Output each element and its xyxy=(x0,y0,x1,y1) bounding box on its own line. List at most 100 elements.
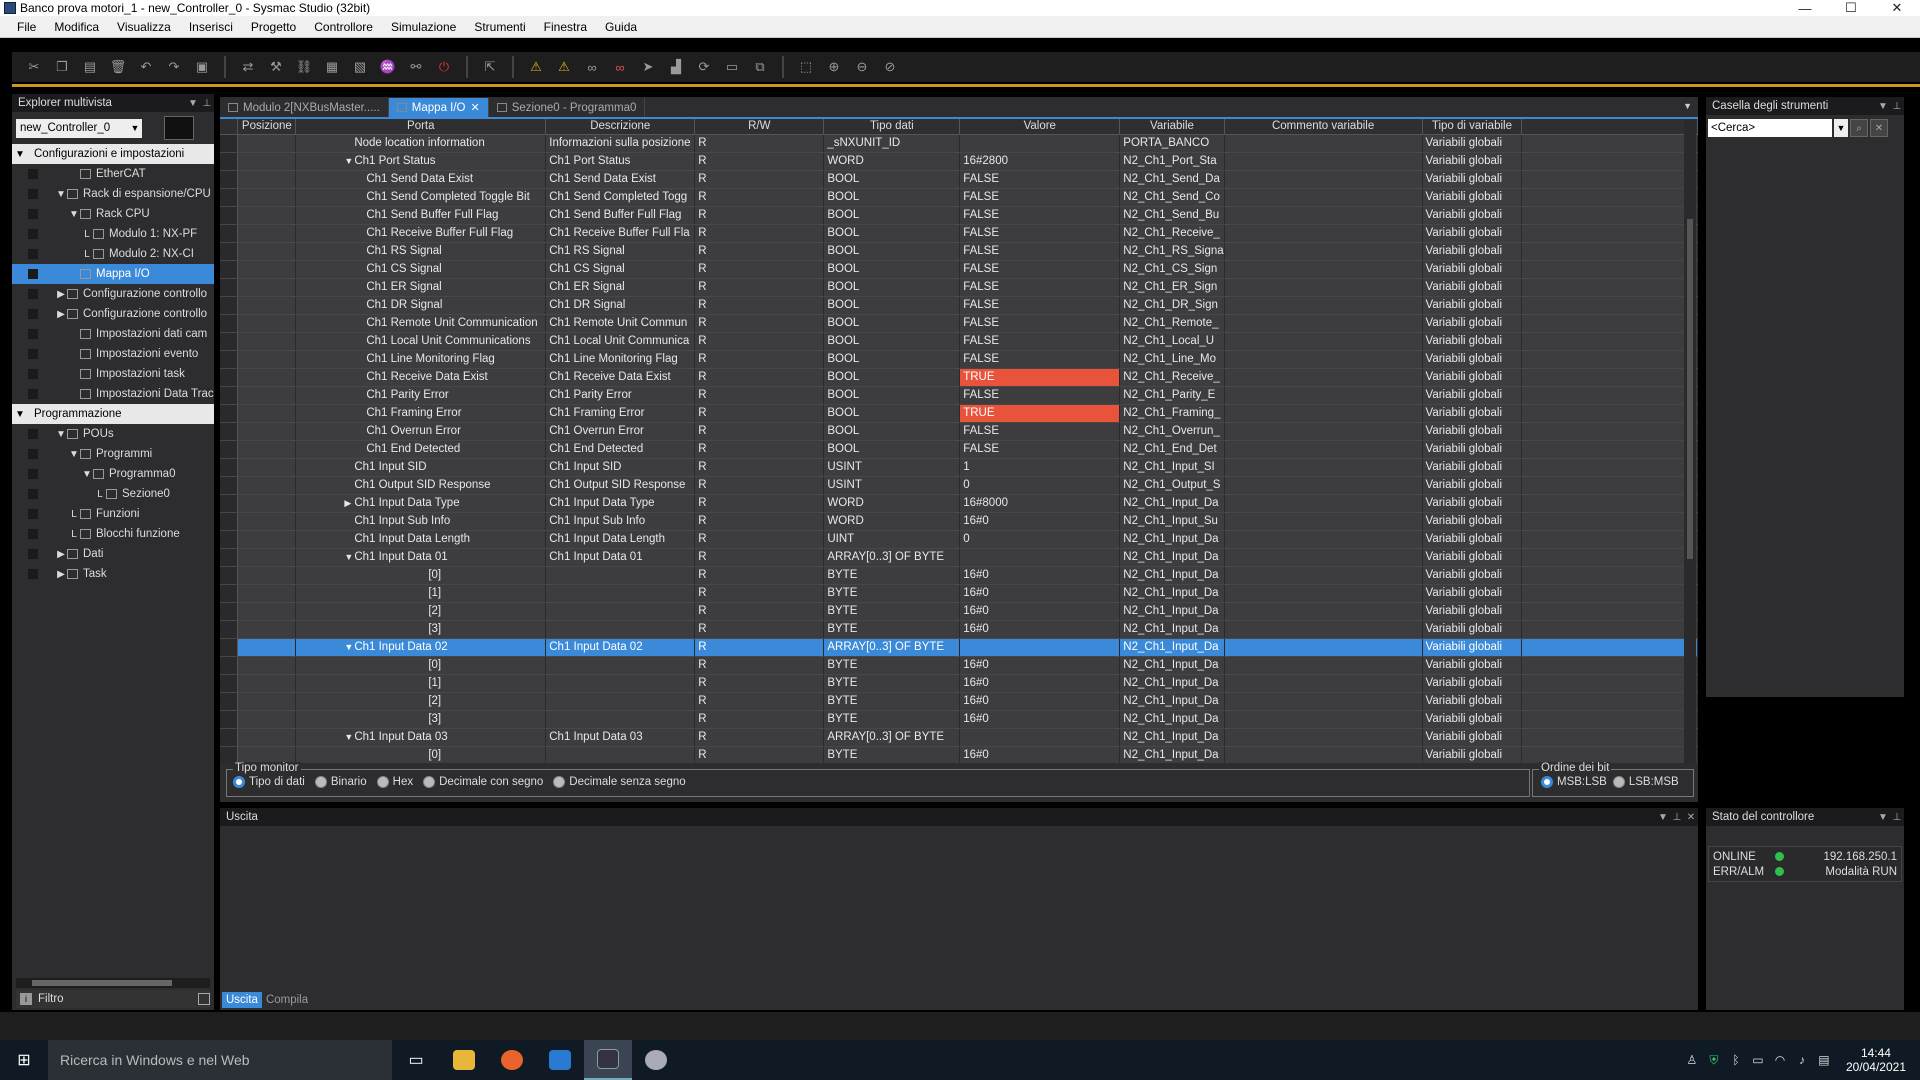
variable-type-cell[interactable]: Variabili globali xyxy=(1422,278,1523,297)
expand-down-icon[interactable]: ▼ xyxy=(344,732,354,742)
variable-comment-cell[interactable] xyxy=(1224,692,1423,711)
row-header[interactable] xyxy=(220,440,239,459)
tree-item[interactable]: ▶ Configurazione controllo xyxy=(12,284,214,304)
column-header[interactable]: R/W xyxy=(694,119,825,135)
tree-item[interactable]: ▼ POUs xyxy=(12,424,214,444)
clear-icon[interactable]: ✕ xyxy=(1870,119,1888,137)
battery-icon[interactable]: ▭ xyxy=(1750,1053,1766,1067)
row-header[interactable] xyxy=(220,476,239,495)
minimize-button[interactable]: — xyxy=(1782,1,1828,16)
table-row[interactable]: Ch1 Input Sub Info Ch1 Input Sub Info R WOR… xyxy=(220,512,1698,531)
refresh-icon[interactable]: ⟳ xyxy=(692,56,716,78)
row-header[interactable] xyxy=(220,314,239,333)
expand-right-icon[interactable]: ▶ xyxy=(55,549,67,560)
pin-icon[interactable]: ⊥ xyxy=(1670,812,1684,823)
variable-type-cell[interactable]: Variabili globali xyxy=(1422,206,1523,225)
variable-type-cell[interactable]: Variabili globali xyxy=(1422,314,1523,333)
variable-comment-cell[interactable] xyxy=(1224,602,1423,621)
chevron-down-icon[interactable]: ▼ xyxy=(1876,812,1890,823)
tree-item-checkbox[interactable] xyxy=(28,269,38,279)
glasses-icon[interactable]: ∞ xyxy=(580,56,604,78)
row-header[interactable] xyxy=(220,170,239,189)
tree-item-checkbox[interactable] xyxy=(28,569,38,579)
tree-item[interactable]: ▶ Configurazione controllo xyxy=(12,304,214,324)
windows-start-icon[interactable]: ⊞ xyxy=(0,1040,48,1080)
controller-dropdown[interactable]: new_Controller_0 ▼ xyxy=(16,118,142,138)
row-header[interactable] xyxy=(220,494,239,513)
table-row[interactable]: Ch1 CS Signal Ch1 CS Signal R BOOL FALSE N2_C… xyxy=(220,260,1698,279)
variable-comment-cell[interactable] xyxy=(1224,404,1423,423)
expand-down-icon[interactable]: ▼ xyxy=(344,156,354,166)
variable-cell[interactable]: N2_Ch1_Input_Da xyxy=(1119,530,1225,549)
column-header[interactable]: Posizione xyxy=(237,119,297,135)
variable-type-cell[interactable]: Variabili globali xyxy=(1422,494,1523,513)
variable-cell[interactable]: N2_Ch1_Overrun_ xyxy=(1119,422,1225,441)
variable-type-cell[interactable]: Variabili globali xyxy=(1422,548,1523,567)
variable-type-cell[interactable]: Variabili globali xyxy=(1422,692,1523,711)
blocks-icon[interactable]: ▟ xyxy=(664,56,688,78)
menu-item-finestra[interactable]: Finestra xyxy=(535,20,596,34)
monitor-type-radio[interactable]: Tipo di dati xyxy=(233,776,305,788)
table-row[interactable]: [0] R BYTE 16#0 N2_Ch1_Input_Da Variabili glo… xyxy=(220,566,1698,585)
menu-item-file[interactable]: File xyxy=(8,20,45,34)
filter-toggle-button[interactable] xyxy=(198,993,210,1005)
row-header[interactable] xyxy=(220,368,239,387)
variable-cell[interactable]: N2_Ch1_Input_Da xyxy=(1119,656,1225,675)
column-header[interactable]: Valore xyxy=(959,119,1121,135)
search-icon[interactable]: ⌕ xyxy=(1850,119,1868,137)
table-row[interactable]: Ch1 Input SID Ch1 Input SID R USINT 1 N2_Ch1_… xyxy=(220,458,1698,477)
variable-comment-cell[interactable] xyxy=(1224,566,1423,585)
controller-icon[interactable] xyxy=(164,116,194,140)
menu-item-controllore[interactable]: Controllore xyxy=(305,20,382,34)
bit-order-radio[interactable]: MSB:LSB xyxy=(1541,776,1607,788)
variable-cell[interactable]: N2_Ch1_Output_S xyxy=(1119,476,1225,495)
close-window-button[interactable]: ✕ xyxy=(1874,0,1920,16)
file-explorer-icon[interactable] xyxy=(440,1040,488,1080)
variable-comment-cell[interactable] xyxy=(1224,512,1423,531)
stop-icon[interactable]: ⏻ xyxy=(432,56,456,78)
table-row[interactable]: Ch1 Remote Unit Communication Ch1 Remote … xyxy=(220,314,1698,333)
tree-item[interactable]: L Modulo 1: NX-PF xyxy=(12,224,214,244)
tree-item[interactable]: Impostazioni task xyxy=(12,364,214,384)
chevron-down-icon[interactable]: ▼ xyxy=(186,98,200,109)
tab-sezione0[interactable]: Sezione0 - Programma0 xyxy=(489,98,646,117)
expand-down-icon[interactable]: ▼ xyxy=(68,209,80,220)
variable-comment-cell[interactable] xyxy=(1224,638,1423,657)
row-header[interactable] xyxy=(220,530,239,549)
chevron-down-icon[interactable]: ▼ xyxy=(1683,101,1692,111)
table-row[interactable]: Ch1 Input Data Length Ch1 Input Data Leng… xyxy=(220,530,1698,549)
tree-item[interactable]: ▼ Programmi xyxy=(12,444,214,464)
tree-item-checkbox[interactable] xyxy=(28,209,38,219)
variable-type-cell[interactable]: Variabili globali xyxy=(1422,170,1523,189)
variable-cell[interactable]: N2_Ch1_Port_Sta xyxy=(1119,152,1225,171)
tool-app-icon[interactable] xyxy=(632,1040,680,1080)
variable-comment-cell[interactable] xyxy=(1224,350,1423,369)
expand-down-icon[interactable]: ▼ xyxy=(14,409,26,420)
tree-item-checkbox[interactable] xyxy=(28,489,38,499)
row-header[interactable] xyxy=(220,458,239,477)
table-row[interactable]: [0] R BYTE 16#0 N2_Ch1_Input_Da Variabili glo… xyxy=(220,746,1698,763)
tab-modulo-2[interactable]: Modulo 2[NXBusMaster..... xyxy=(220,98,389,117)
variable-type-cell[interactable]: Variabili globali xyxy=(1422,224,1523,243)
tree-item[interactable]: ▶ Dati xyxy=(12,544,214,564)
row-header[interactable] xyxy=(220,404,239,423)
row-header[interactable] xyxy=(220,296,239,315)
variable-type-cell[interactable]: Variabili globali xyxy=(1422,368,1523,387)
variable-cell[interactable]: N2_Ch1_Input_Da xyxy=(1119,548,1225,567)
variable-cell[interactable]: N2_Ch1_CS_Sign xyxy=(1119,260,1225,279)
forward-icon[interactable]: ➤ xyxy=(636,56,660,78)
variable-comment-cell[interactable] xyxy=(1224,620,1423,639)
table-row[interactable]: Ch1 Overrun Error Ch1 Overrun Error R BOOL F… xyxy=(220,422,1698,441)
table-row[interactable]: Ch1 ER Signal Ch1 ER Signal R BOOL FALSE N2_C… xyxy=(220,278,1698,297)
variable-comment-cell[interactable] xyxy=(1224,422,1423,441)
row-header[interactable] xyxy=(220,584,239,603)
row-header[interactable] xyxy=(220,242,239,261)
tree-item[interactable]: L Funzioni xyxy=(12,504,214,524)
variable-cell[interactable]: N2_Ch1_Send_Da xyxy=(1119,170,1225,189)
row-header[interactable] xyxy=(220,638,239,657)
variable-comment-cell[interactable] xyxy=(1224,170,1423,189)
variable-cell[interactable]: N2_Ch1_Input_Su xyxy=(1119,512,1225,531)
menu-item-progetto[interactable]: Progetto xyxy=(242,20,305,34)
menu-item-guida[interactable]: Guida xyxy=(596,20,646,34)
expand-right-icon[interactable]: ▶ xyxy=(55,289,67,300)
